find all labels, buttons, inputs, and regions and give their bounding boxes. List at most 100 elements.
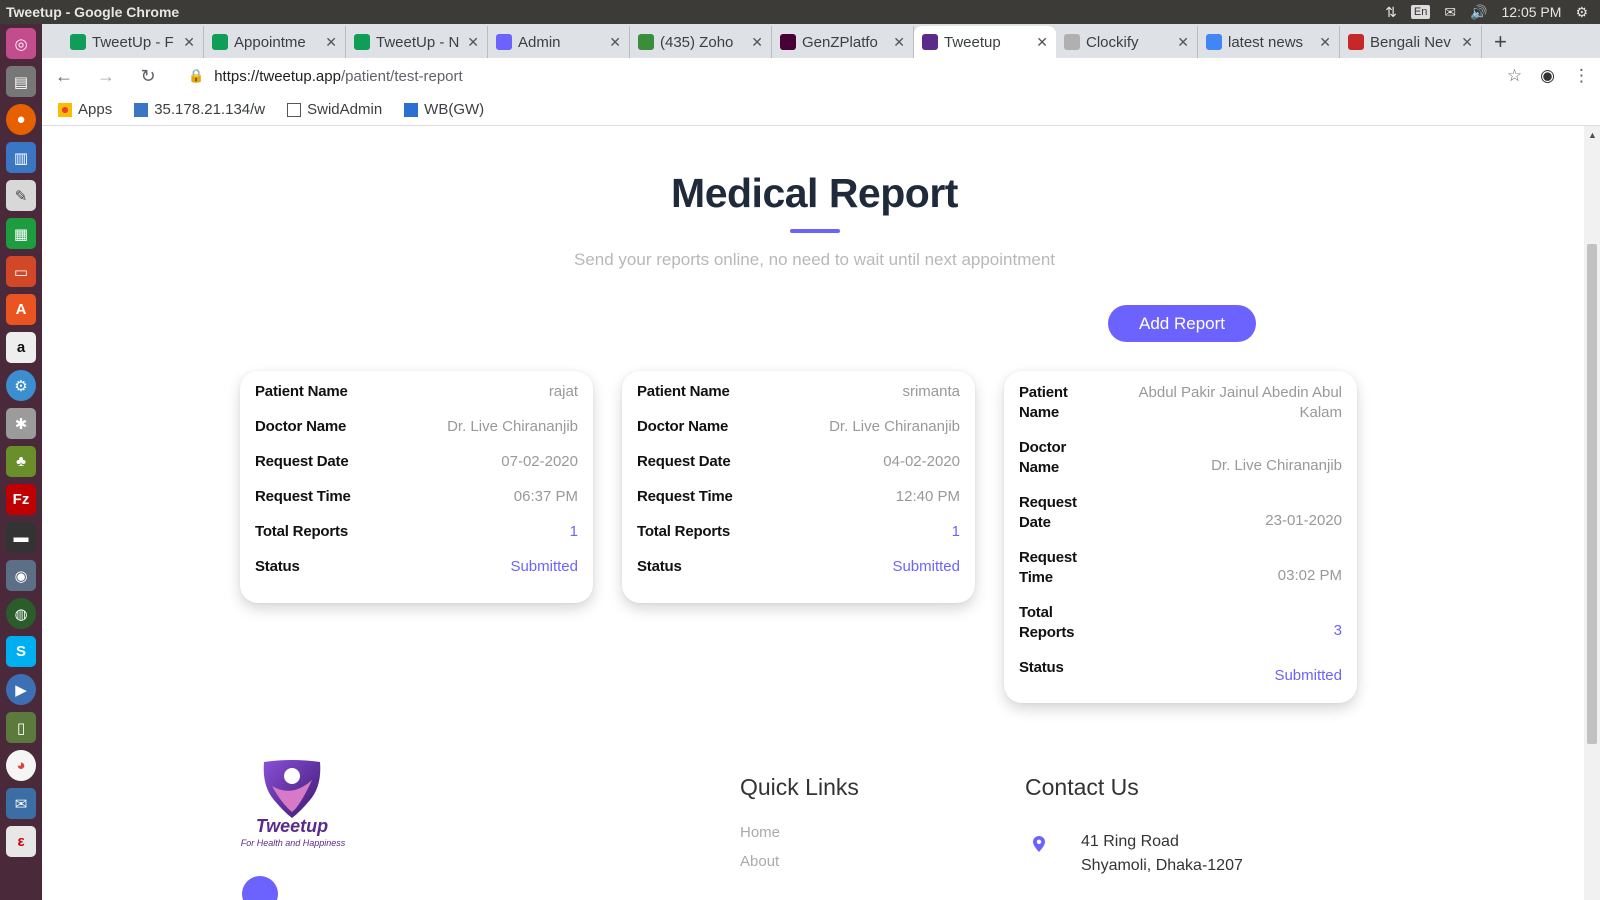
libreoffice-impress-icon[interactable]: ▭ bbox=[6, 256, 36, 287]
software-center-icon[interactable]: A bbox=[6, 294, 36, 325]
tab-close-icon[interactable]: ✕ bbox=[1319, 34, 1331, 51]
clock[interactable]: 12:05 PM bbox=[1502, 4, 1562, 20]
field-label: Status bbox=[255, 558, 300, 575]
tools-icon[interactable]: ✱ bbox=[6, 408, 36, 439]
chrome-icon[interactable]: ◕ bbox=[6, 750, 36, 781]
bookmark-4[interactable]: WB(GW) bbox=[404, 101, 484, 118]
field-label: Patient Name bbox=[637, 383, 730, 400]
url-host: https://tweetup.app bbox=[214, 67, 341, 85]
bookmark-3[interactable]: SwidAdmin bbox=[287, 101, 382, 118]
bookmark-star-icon[interactable]: ☆ bbox=[1507, 66, 1522, 86]
reload-icon[interactable]: ↻ bbox=[136, 66, 160, 87]
zoho-icon bbox=[638, 34, 654, 50]
profile-avatar-icon[interactable]: ◉ bbox=[1540, 66, 1555, 86]
libreoffice-calc-icon[interactable]: ▦ bbox=[6, 218, 36, 249]
system-settings-icon[interactable]: ⚙ bbox=[6, 370, 36, 401]
bookmark-2[interactable]: 35.178.21.134/w bbox=[134, 101, 265, 118]
tab-close-icon[interactable]: ✕ bbox=[183, 34, 195, 51]
firefox-icon[interactable]: ● bbox=[6, 104, 36, 135]
filezilla-icon[interactable]: Fz bbox=[6, 484, 36, 515]
field-label: Request Date bbox=[255, 453, 349, 470]
forward-arrow-icon[interactable]: → bbox=[94, 66, 118, 87]
skype-icon[interactable]: S bbox=[6, 636, 36, 667]
report-row-status: Status Submitted bbox=[255, 558, 578, 593]
field-value: 3 bbox=[1333, 621, 1342, 639]
field-label: Total Reports bbox=[255, 523, 348, 540]
scrollbar-thumb[interactable] bbox=[1587, 244, 1597, 744]
tab-close-icon[interactable]: ✕ bbox=[751, 34, 763, 51]
clockify-icon bbox=[1064, 34, 1080, 50]
address-bar[interactable]: 🔒 https://tweetup.app/patient/test-repor… bbox=[178, 61, 1489, 91]
browser-tab-7[interactable]: Tweetup ✕ bbox=[914, 26, 1056, 58]
bookmark-label: Apps bbox=[78, 101, 113, 118]
browser-tab-5[interactable]: (435) Zoho ✕ bbox=[630, 26, 772, 58]
report-row-status: Status Submitted bbox=[1019, 658, 1342, 693]
quick-link-about[interactable]: About bbox=[740, 853, 779, 870]
add-report-button[interactable]: Add Report bbox=[1108, 305, 1256, 342]
tab-label: GenZPlatfo bbox=[802, 33, 878, 51]
tab-close-icon[interactable]: ✕ bbox=[1177, 34, 1189, 51]
report-card[interactable]: Patient Name rajat Doctor Name Dr. Live Chi… bbox=[240, 371, 593, 603]
report-row-doctor-name: Doctor Name Dr. Live Chirananjib bbox=[1019, 438, 1342, 493]
field-label: Patient Name bbox=[255, 383, 348, 400]
social-icon[interactable] bbox=[242, 876, 278, 900]
tab-label: (435) Zoho bbox=[660, 33, 734, 51]
lock-icon: 🔒 bbox=[188, 68, 205, 83]
tab-close-icon[interactable]: ✕ bbox=[325, 34, 337, 51]
browser-tab-2[interactable]: Appointme ✕ bbox=[204, 26, 346, 58]
new-tab-icon[interactable]: + bbox=[1482, 26, 1519, 58]
tab-close-icon[interactable]: ✕ bbox=[1461, 34, 1473, 51]
tab-strip: TweetUp - F ✕ Appointme ✕ TweetUp - N ✕ Admin ✕… bbox=[42, 24, 1600, 58]
globe-app-icon[interactable]: ◍ bbox=[6, 598, 36, 629]
bookmark-1[interactable]: Apps bbox=[58, 101, 112, 118]
tab-close-icon[interactable]: ✕ bbox=[1036, 34, 1048, 51]
media-player-icon[interactable]: ▶ bbox=[6, 674, 36, 705]
browser-tab-9[interactable]: latest news ✕ bbox=[1198, 26, 1340, 58]
amazon-icon[interactable]: a bbox=[6, 332, 36, 363]
browser-tab-1[interactable]: TweetUp - F ✕ bbox=[62, 26, 204, 58]
network-icon[interactable]: ⇅ bbox=[1385, 4, 1397, 21]
browser-tab-10[interactable]: Bengali Nev ✕ bbox=[1340, 26, 1482, 58]
browser-tab-4[interactable]: Admin ✕ bbox=[488, 26, 630, 58]
title-underline bbox=[790, 229, 840, 233]
video-editor-icon[interactable]: ▬ bbox=[6, 522, 36, 553]
field-label: Doctor Name bbox=[255, 418, 347, 435]
report-card[interactable]: Patient Name Abdul Pakir Jainul Abedin Ab… bbox=[1004, 371, 1357, 703]
app-icon[interactable]: ε bbox=[6, 826, 36, 857]
text-editor-icon[interactable]: ✎ bbox=[6, 180, 36, 211]
dash-home-icon[interactable]: ◎ bbox=[6, 28, 36, 59]
browser-tab-3[interactable]: TweetUp - N ✕ bbox=[346, 26, 488, 58]
page-scrollbar[interactable]: ▲ bbox=[1584, 126, 1600, 900]
mail-icon[interactable]: ✉ bbox=[1444, 4, 1456, 21]
keyboard-language-indicator[interactable]: En bbox=[1410, 5, 1431, 19]
volume-icon[interactable]: 🔊 bbox=[1470, 4, 1487, 21]
quick-link-home[interactable]: Home bbox=[740, 824, 780, 841]
report-row-request-date: Request Date 23-01-2020 bbox=[1019, 493, 1342, 548]
wine-icon[interactable]: ♣ bbox=[6, 446, 36, 477]
files-icon[interactable]: ▤ bbox=[6, 66, 36, 97]
back-arrow-icon[interactable]: ← bbox=[52, 66, 76, 87]
field-value: 06:37 PM bbox=[513, 488, 578, 505]
browser-tab-6[interactable]: GenZPlatfo ✕ bbox=[772, 26, 914, 58]
tab-close-icon[interactable]: ✕ bbox=[467, 34, 479, 51]
settings-gear-icon[interactable]: ⚙ bbox=[1575, 4, 1588, 21]
bookmarks-bar: Apps 35.178.21.134/w SwidAdmin WB(GW) bbox=[42, 94, 1600, 126]
field-value: Dr. Live Chirananjib bbox=[1211, 456, 1342, 474]
android-studio-icon[interactable]: ▯ bbox=[6, 712, 36, 743]
chrome-menu-icon[interactable]: ⋮ bbox=[1573, 66, 1590, 86]
scroll-up-arrow-icon[interactable]: ▲ bbox=[1588, 130, 1597, 140]
field-value: 12:40 PM bbox=[895, 488, 960, 505]
report-card[interactable]: Patient Name srimanta Doctor Name Dr. Live … bbox=[622, 371, 975, 603]
browser-tab-8[interactable]: Clockify ✕ bbox=[1056, 26, 1198, 58]
thunderbird-icon[interactable]: ✉ bbox=[6, 788, 36, 819]
document-viewer-icon[interactable]: ▥ bbox=[6, 142, 36, 173]
address-line-2: Shyamoli, Dhaka-1207 bbox=[1081, 857, 1243, 874]
page-icon bbox=[287, 102, 302, 117]
tab-close-icon[interactable]: ✕ bbox=[609, 34, 621, 51]
tab-close-icon[interactable]: ✕ bbox=[893, 34, 905, 51]
tab-label: TweetUp - N bbox=[376, 33, 460, 51]
webcam-icon[interactable]: ◉ bbox=[6, 560, 36, 591]
report-row-doctor-name: Doctor Name Dr. Live Chirananjib bbox=[637, 418, 960, 453]
field-label: Total Reports bbox=[637, 523, 730, 540]
field-value: Submitted bbox=[1274, 666, 1342, 684]
